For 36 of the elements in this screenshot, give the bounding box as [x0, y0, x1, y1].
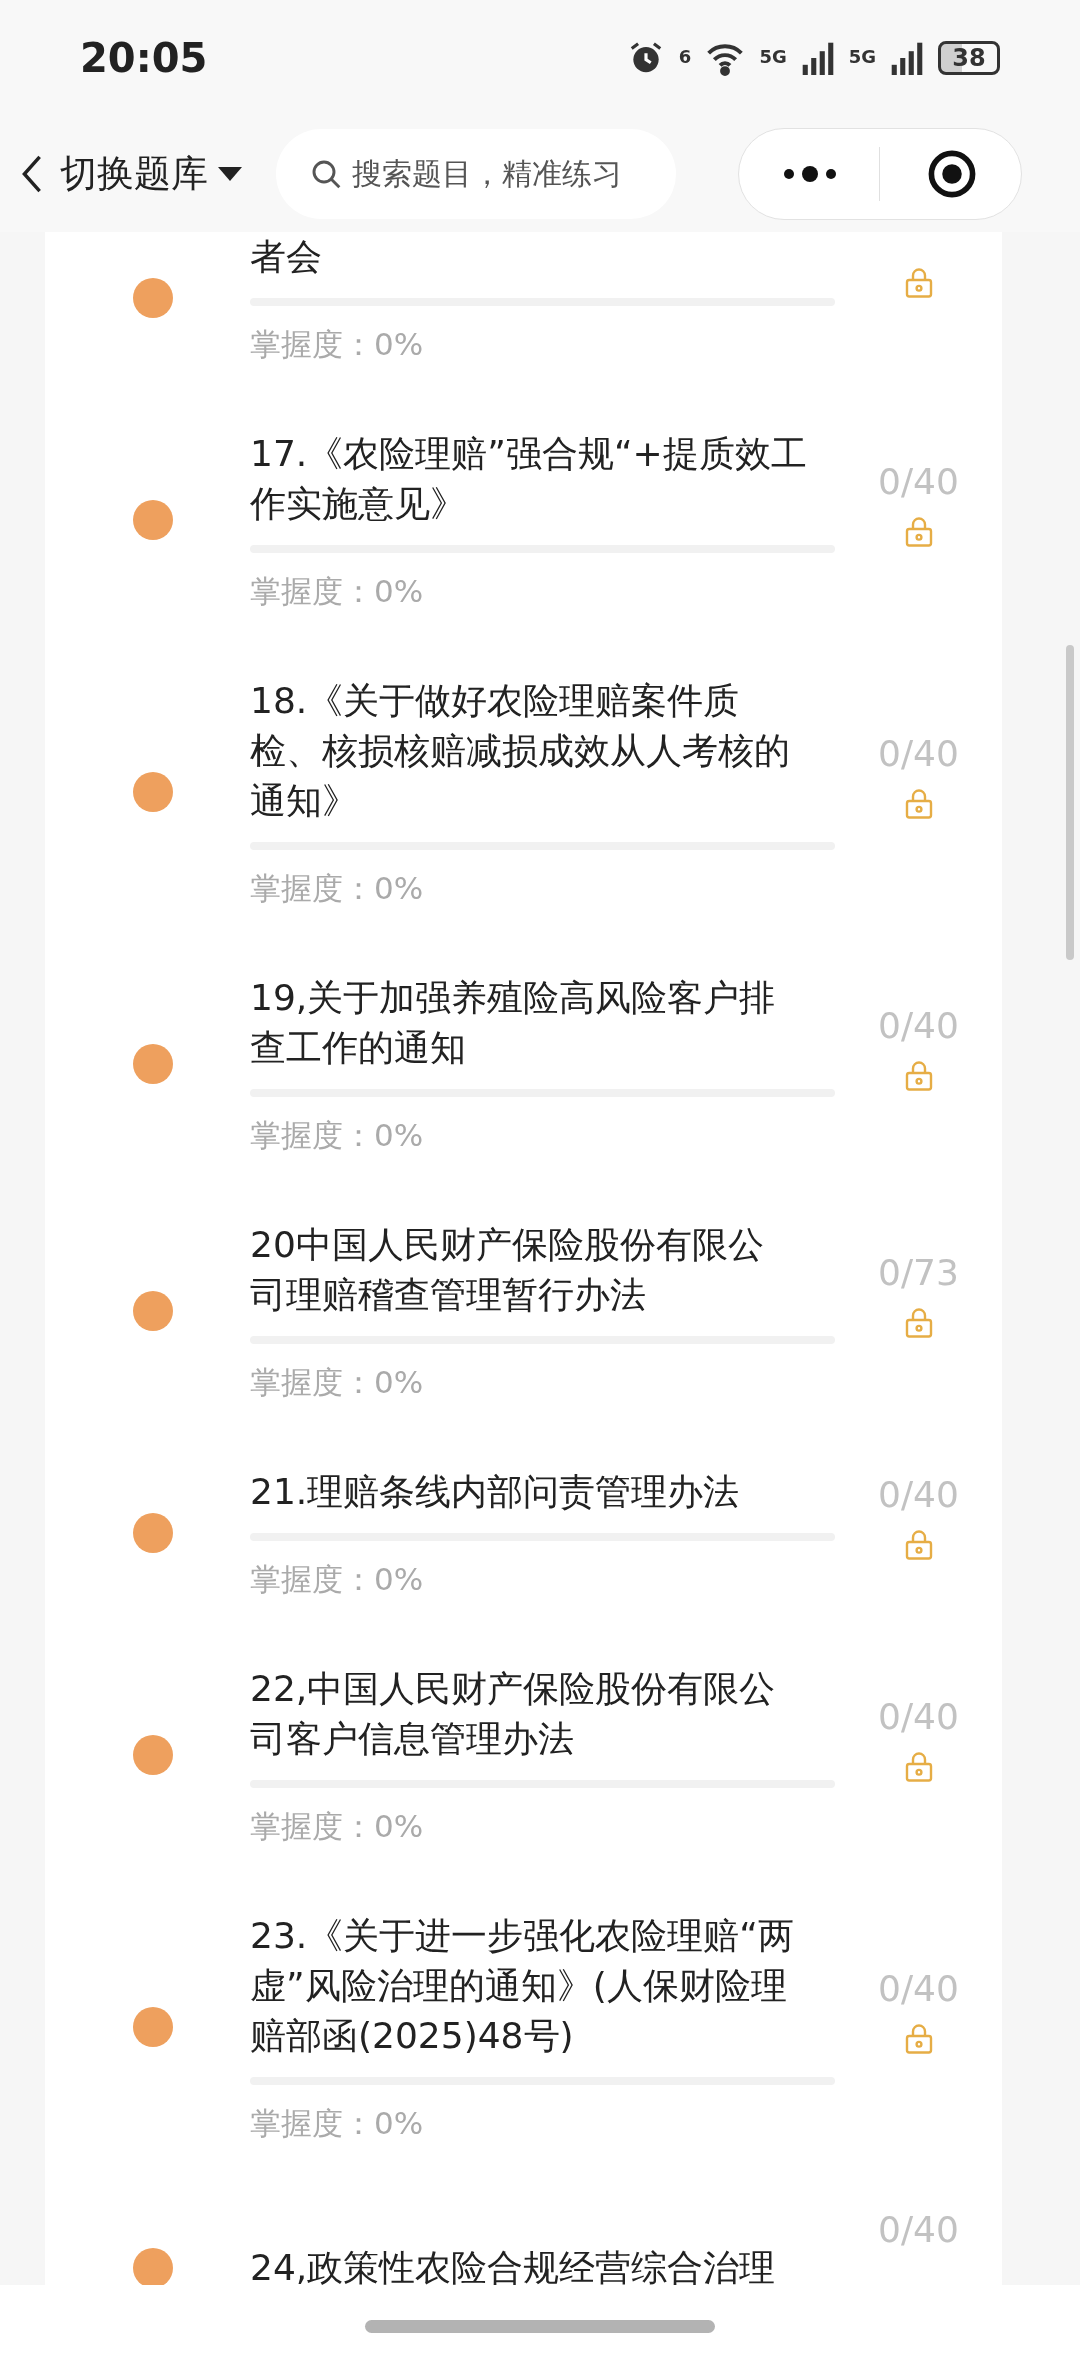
- signal-icon: [800, 40, 835, 75]
- bank-switch-button[interactable]: 切换题库: [60, 145, 242, 202]
- battery-indicator: 38: [938, 40, 1000, 75]
- topic-title[interactable]: 19,关于加强养殖险高风险客户排 查工作的通知: [250, 973, 835, 1073]
- topic-title[interactable]: 22,中国人民财产保险股份有限公 司客户信息管理办法: [250, 1664, 835, 1764]
- mastery-text: 掌握度：0%: [250, 1363, 425, 1402]
- mastery-text: 掌握度：0%: [250, 325, 425, 364]
- topic-title[interactable]: 者会: [250, 232, 835, 282]
- mastery-text: 掌握度：0%: [250, 1807, 425, 1846]
- topic-title[interactable]: 17.《农险理赔”强合规“+提质效工 作实施意见》: [250, 429, 835, 529]
- wifi-label: 6: [678, 44, 692, 69]
- search-field[interactable]: 搜索题目，精准练习: [276, 128, 676, 219]
- status-time: 20:05: [80, 33, 208, 83]
- mastery-text: 掌握度：0%: [250, 2104, 425, 2143]
- question-count: 0/40: [878, 1004, 959, 1048]
- signal-icon: [890, 40, 924, 75]
- mastery-text: 掌握度：0%: [250, 572, 425, 611]
- topic-title[interactable]: 18.《关于做好农险理赔案件质 检、核损核赔减损成效从人考核的 通知》: [250, 676, 835, 826]
- network-label: 5G: [759, 44, 787, 69]
- question-count: 0/40: [878, 1967, 959, 2011]
- mastery-text: 掌握度：0%: [250, 1560, 425, 1599]
- caret-icon: [218, 166, 242, 181]
- mastery-text: 掌握度：0%: [250, 1116, 425, 1155]
- network-label: 5G: [848, 44, 876, 69]
- question-count: 0/40: [878, 732, 959, 776]
- topic-title[interactable]: 20中国人民财产保险股份有限公 司理赔稽查管理暂行办法: [250, 1220, 835, 1320]
- question-count: 0/40: [878, 2208, 959, 2252]
- topic-title[interactable]: 21.理赔条线内部问责管理办法: [250, 1467, 835, 1517]
- topic-title[interactable]: 23.《关于进一步强化农险理赔“两 虚”风险治理的通知》(人保财险理 赔部函(2025)48号): [250, 1911, 835, 2061]
- more-icon[interactable]: [783, 164, 837, 183]
- topic-title[interactable]: 24,政策性农险合规经营综合治理: [250, 2243, 835, 2285]
- question-count: 0/73: [878, 1251, 959, 1295]
- question-count: 0/40: [878, 1695, 959, 1739]
- question-count: 0/40: [878, 1473, 959, 1517]
- mastery-text: 掌握度：0%: [250, 869, 425, 908]
- question-count: 0/40: [878, 460, 959, 504]
